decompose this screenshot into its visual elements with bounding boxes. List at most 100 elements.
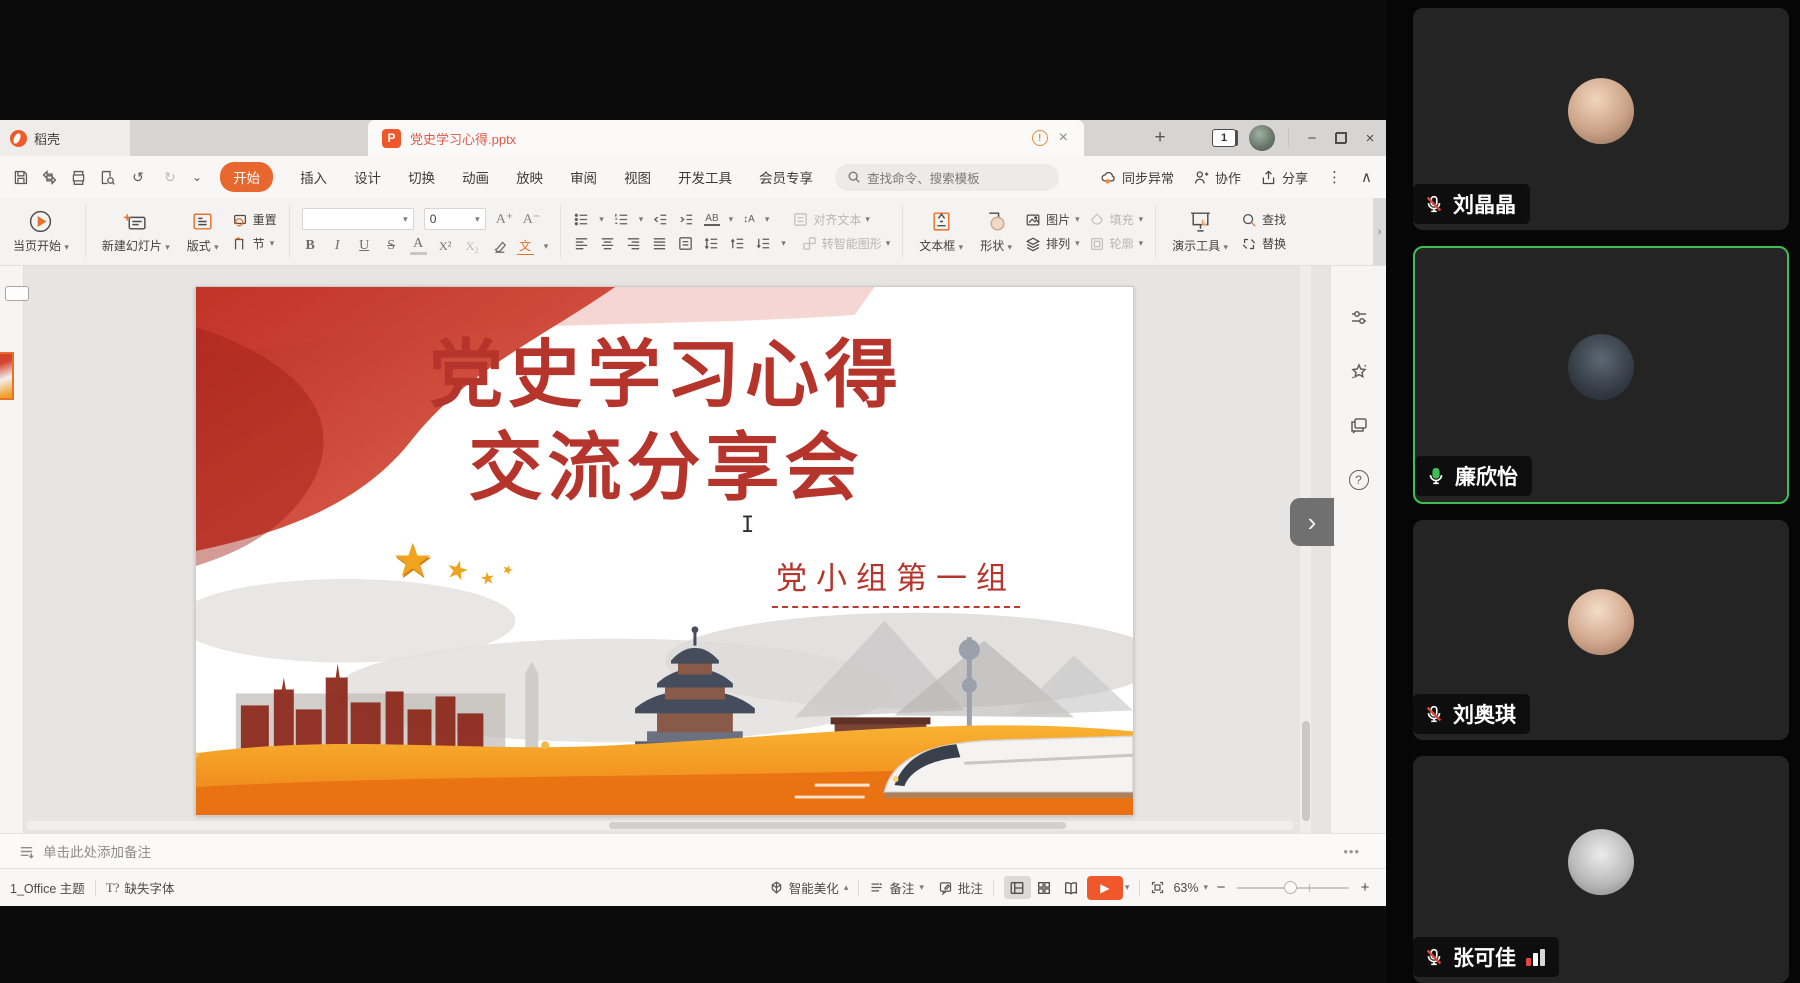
print-preview-icon[interactable] <box>99 169 116 186</box>
fit-slide-button[interactable] <box>1150 880 1165 895</box>
participant-tile[interactable]: 张可佳 <box>1413 756 1789 983</box>
ribbon-overflow-arrow[interactable]: › <box>1373 198 1386 266</box>
slide-1-thumbnail[interactable] <box>0 352 14 400</box>
notes-toggle-button[interactable]: 备注 ▾ <box>869 878 924 897</box>
layout-button[interactable]: 版式 ▾ <box>183 207 223 256</box>
theme-indicator[interactable]: 1_Office 主题 <box>10 878 85 897</box>
notes-bar[interactable]: 单击此处添加备注 ••• <box>0 833 1386 868</box>
new-tab-button[interactable]: + <box>1146 124 1174 152</box>
menu-tab-developer[interactable]: 开发工具 <box>678 167 732 187</box>
replace-button[interactable]: 替换 <box>1241 235 1286 252</box>
font-size-combo[interactable]: 0▾ <box>424 208 486 230</box>
align-left-icon[interactable] <box>573 235 590 252</box>
menu-tab-animations[interactable]: 动画 <box>462 167 489 187</box>
save-icon[interactable] <box>12 169 29 186</box>
tab-close-icon[interactable]: × <box>1057 130 1070 146</box>
missing-font-indicator[interactable]: T? 缺失字体 <box>106 878 175 897</box>
distribute-icon[interactable] <box>677 235 694 252</box>
font-name-combo[interactable]: ▾ <box>302 208 414 230</box>
find-button[interactable]: 查找 <box>1241 211 1286 228</box>
vertical-scrollbar[interactable] <box>1300 266 1311 833</box>
slide-1[interactable]: 党史学习心得 交流分享会 ★ ★ ★ ★ I 党小组第一组 <box>195 286 1134 816</box>
decrease-font-button[interactable]: A⁻ <box>523 211 540 228</box>
menu-tab-view[interactable]: 视图 <box>624 167 651 187</box>
arrange-button[interactable]: 排列▾ <box>1025 235 1080 252</box>
line-spacing-icon[interactable] <box>703 235 720 252</box>
command-search-box[interactable]: 查找命令、搜索模板 <box>835 164 1059 191</box>
reset-button[interactable]: 重置 <box>232 211 277 228</box>
pane-expander-tab[interactable]: › <box>1290 498 1334 546</box>
slide-title-text[interactable]: 党史学习心得 交流分享会 <box>296 329 1036 515</box>
strikethrough-button[interactable]: S <box>383 238 400 254</box>
smart-beautify-button[interactable]: 智能美化 ▴ <box>769 878 849 897</box>
underline-button[interactable]: U <box>356 238 373 254</box>
text-direction-button[interactable]: ↕A <box>742 214 756 225</box>
bullet-list-icon[interactable] <box>573 211 590 228</box>
shapes-button[interactable]: 形状 ▾ <box>976 207 1016 256</box>
export-icon[interactable] <box>41 169 58 186</box>
thumbnail-panel-toggle-icon[interactable] <box>5 286 29 301</box>
zoom-slider[interactable] <box>1237 887 1349 889</box>
picture-button[interactable]: 图片▾ <box>1025 211 1080 228</box>
restore-button[interactable] <box>1335 132 1347 144</box>
sync-warning-icon[interactable]: ! <box>1032 130 1048 146</box>
view-normal-button[interactable] <box>1004 876 1031 899</box>
horizontal-scrollbar-thumb[interactable] <box>609 822 1065 829</box>
close-button[interactable]: × <box>1360 130 1380 147</box>
slideshow-play-button[interactable]: ▶ <box>1087 876 1123 900</box>
bold-button[interactable]: B <box>302 238 319 254</box>
char-scale-button[interactable]: AB <box>704 213 719 226</box>
clear-format-icon[interactable] <box>491 238 507 254</box>
zoom-percent[interactable]: 63%▾ <box>1173 881 1208 895</box>
numbered-list-icon[interactable] <box>613 211 630 228</box>
print-icon[interactable] <box>70 169 87 186</box>
slide-subtitle-text[interactable]: 党小组第一组 <box>772 553 1020 608</box>
new-slide-button[interactable]: 新建幻灯片 ▾ <box>98 207 174 256</box>
zoom-slider-knob[interactable] <box>1284 881 1297 894</box>
subscript-button[interactable]: X₂ <box>464 239 481 254</box>
decrease-indent-icon[interactable] <box>652 211 669 228</box>
outline-button[interactable]: 轮廓▾ <box>1089 235 1144 252</box>
tab-docer-home[interactable]: 稻壳 <box>0 120 130 156</box>
duplicate-pane-icon[interactable] <box>1349 416 1369 436</box>
align-center-icon[interactable] <box>599 235 616 252</box>
menu-tab-slideshow[interactable]: 放映 <box>516 167 543 187</box>
account-avatar[interactable] <box>1249 125 1275 151</box>
view-sorter-button[interactable] <box>1031 876 1058 899</box>
participant-tile[interactable]: 刘奥琪 <box>1413 520 1789 740</box>
participant-tile[interactable]: 廉欣怡 <box>1413 246 1789 504</box>
italic-button[interactable]: I <box>329 238 346 254</box>
zoom-in-button[interactable]: + <box>1358 879 1372 896</box>
align-right-icon[interactable] <box>625 235 642 252</box>
sync-status-button[interactable]: 同步异常 <box>1100 168 1174 187</box>
present-tools-button[interactable]: 演示工具 ▾ <box>1168 207 1232 256</box>
notes-more-icon[interactable]: ••• <box>1343 844 1360 859</box>
menu-tab-review[interactable]: 审阅 <box>570 167 597 187</box>
text-box-button[interactable]: 文本框 ▾ <box>915 207 967 256</box>
menu-tab-membership[interactable]: 会员专享 <box>759 167 813 187</box>
redo-icon[interactable]: ↻ <box>160 169 180 186</box>
para-space-before-icon[interactable] <box>729 235 746 252</box>
object-properties-icon[interactable] <box>1349 308 1369 328</box>
justify-icon[interactable] <box>651 235 668 252</box>
menu-tab-design[interactable]: 设计 <box>354 167 381 187</box>
slideshow-play-dropdown[interactable]: ▾ <box>1125 882 1130 893</box>
superscript-button[interactable]: X² <box>437 239 454 254</box>
thumbnail-panel[interactable] <box>0 266 24 833</box>
minimize-button[interactable]: − <box>1302 130 1322 147</box>
horizontal-scrollbar[interactable] <box>26 821 1294 830</box>
menu-tab-home[interactable]: 开始 <box>220 162 273 192</box>
zoom-out-button[interactable]: − <box>1214 879 1228 896</box>
increase-indent-icon[interactable] <box>678 211 695 228</box>
play-from-current-button[interactable]: 当页开始 ▾ <box>9 207 73 256</box>
help-icon[interactable]: ? <box>1349 470 1369 490</box>
tab-document[interactable]: P 党史学习心得.pptx ! × <box>368 120 1084 156</box>
comments-button[interactable]: 批注 <box>938 878 983 897</box>
increase-font-button[interactable]: A⁺ <box>496 211 513 228</box>
align-text-button[interactable]: 对齐文本▾ <box>792 211 870 228</box>
menu-tab-insert[interactable]: 插入 <box>300 167 327 187</box>
smart-graphic-button[interactable]: 转智能图形▾ <box>801 235 891 252</box>
customize-toolbar-icon[interactable]: ⌄ <box>192 170 202 184</box>
more-menu-icon[interactable]: ⋮ <box>1327 168 1342 186</box>
fill-button[interactable]: 填充▾ <box>1089 211 1144 228</box>
